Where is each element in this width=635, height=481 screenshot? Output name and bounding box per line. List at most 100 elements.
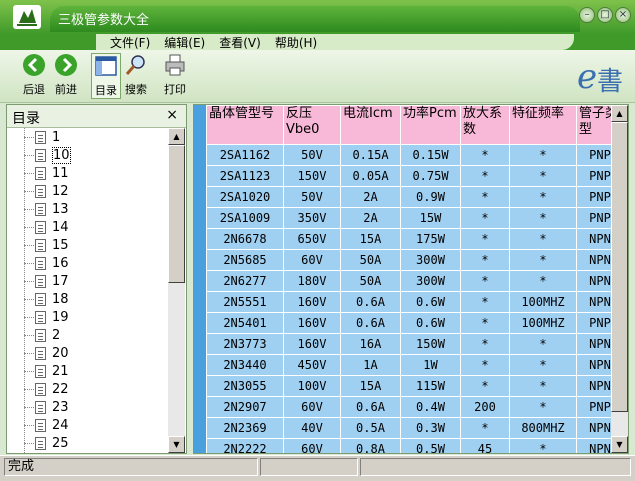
- table-body: 2SA1162 50V 0.15A 0.15W * * PNP 2SA1123 150V 0.05…: [206, 144, 624, 453]
- table-cell: 450V: [283, 354, 341, 376]
- ebook-logo: e 書: [577, 57, 623, 97]
- app-icon: [13, 5, 41, 29]
- table-cell: 2N2369: [206, 417, 284, 439]
- tree-item[interactable]: 12: [24, 182, 69, 200]
- table-cell: 50V: [283, 186, 341, 208]
- tree-branch: [24, 136, 34, 138]
- table-row: 2SA1123 150V 0.05A 0.75W * * PNP: [206, 165, 624, 187]
- close-panel-icon[interactable]: ×: [166, 107, 178, 123]
- table-cell: *: [509, 207, 577, 229]
- table-cell: 15W: [400, 207, 461, 229]
- close-button[interactable]: ×: [615, 7, 631, 23]
- table-cell: 0.8A: [340, 438, 401, 453]
- content-scroll-up-button[interactable]: ▲: [611, 105, 628, 122]
- forward-label: 前进: [55, 83, 77, 96]
- table-cell: 2SA1162: [206, 144, 284, 166]
- tree-item[interactable]: 2: [24, 326, 60, 344]
- table-row: 2N5685 60V 50A 300W * * NPN: [206, 249, 624, 271]
- tree-item[interactable]: 24: [24, 416, 69, 434]
- tree-item[interactable]: 10: [24, 146, 71, 164]
- menu-edit[interactable]: 编辑(E): [164, 34, 205, 51]
- menu-file[interactable]: 文件(F): [110, 34, 150, 51]
- tree-item[interactable]: 16: [24, 254, 69, 272]
- tree-item[interactable]: 21: [24, 362, 69, 380]
- table-cell: 16A: [340, 333, 401, 355]
- tree-item[interactable]: 14: [24, 218, 69, 236]
- table-cell: 0.4W: [400, 396, 461, 418]
- tree-item[interactable]: 13: [24, 200, 69, 218]
- tree-item[interactable]: 1: [24, 128, 60, 146]
- tree-item-label: 23: [52, 399, 69, 415]
- tree-item-label: 19: [52, 309, 69, 325]
- table-row: 2N5551 160V 0.6A 0.6W * 100MHZ NPN: [206, 291, 624, 313]
- tree-item[interactable]: 25: [24, 434, 69, 452]
- window-title: 三极管参数大全: [58, 13, 150, 28]
- scroll-up-button[interactable]: ▲: [168, 128, 185, 145]
- table-cell: 2SA1020: [206, 186, 284, 208]
- scroll-thumb[interactable]: [168, 145, 185, 283]
- table-cell: 2A: [340, 186, 401, 208]
- table-cell: 0.3W: [400, 417, 461, 439]
- print-label: 打印: [164, 83, 186, 96]
- tree-item[interactable]: 19: [24, 308, 69, 326]
- print-button[interactable]: 打印: [160, 53, 190, 97]
- tree-item[interactable]: 22: [24, 380, 69, 398]
- table-cell: 0.5A: [340, 417, 401, 439]
- table-row: 2N3773 160V 16A 150W * * NPN: [206, 333, 624, 355]
- table-cell: 50A: [340, 249, 401, 271]
- contents-button[interactable]: 目录: [91, 53, 121, 99]
- tree-item[interactable]: 23: [24, 398, 69, 416]
- table-cell: 2N2222: [206, 438, 284, 453]
- document-icon: [35, 184, 46, 198]
- forward-button[interactable]: 前进: [50, 53, 82, 97]
- minimize-button[interactable]: –: [579, 7, 595, 23]
- table-row: 2N5401 160V 0.6A 0.6W * 100MHZ PNP: [206, 312, 624, 334]
- tree-branch: [24, 424, 34, 426]
- tree-item[interactable]: 18: [24, 290, 69, 308]
- status-bar: 完成: [0, 455, 635, 481]
- document-icon: [35, 274, 46, 288]
- tree-item[interactable]: 20: [24, 344, 69, 362]
- document-icon: [35, 130, 46, 144]
- menu-view[interactable]: 查看(V): [219, 34, 261, 51]
- table-cell: 0.75W: [400, 165, 461, 187]
- scroll-down-button[interactable]: ▼: [168, 436, 185, 453]
- tree-scrollbar[interactable]: ▲ ▼: [168, 128, 185, 453]
- back-arrow-icon: [23, 54, 45, 76]
- tree-item-label: 16: [52, 255, 69, 271]
- maximize-button[interactable]: □: [597, 7, 613, 23]
- tree-branch: [24, 244, 34, 246]
- tree-item[interactable]: 15: [24, 236, 69, 254]
- table-cell: 50V: [283, 144, 341, 166]
- tree-branch: [24, 370, 34, 372]
- table-cell: 0.6A: [340, 396, 401, 418]
- column-header: 反压Vbe0: [283, 105, 341, 145]
- column-header: 功率Pcm: [400, 105, 461, 145]
- back-button[interactable]: 后退: [18, 53, 50, 97]
- content-scroll-thumb[interactable]: [611, 122, 628, 412]
- menu-help[interactable]: 帮助(H): [275, 34, 317, 51]
- table-row: 2N2369 40V 0.5A 0.3W * 800MHZ NPN: [206, 417, 624, 439]
- tree-branch: [24, 316, 34, 318]
- toolbar: 后退 前进 目录 搜索 打印: [0, 50, 635, 103]
- search-button[interactable]: 搜索: [122, 53, 150, 97]
- table-row: 2N6277 180V 50A 300W * * NPN: [206, 270, 624, 292]
- table-cell: 350V: [283, 207, 341, 229]
- status-cell-3: [360, 458, 631, 476]
- table-cell: 0.15W: [400, 144, 461, 166]
- document-icon: [35, 238, 46, 252]
- tree-item[interactable]: 17: [24, 272, 69, 290]
- table-cell: *: [460, 312, 510, 334]
- table-cell: *: [509, 165, 577, 187]
- table-cell: *: [460, 186, 510, 208]
- content-scrollbar[interactable]: ▲ ▼: [611, 105, 628, 453]
- document-icon: [35, 382, 46, 396]
- document-icon: [35, 418, 46, 432]
- contents-tree[interactable]: 1 10 11 12 13 14 15 16 17 18 19 2 20 21 22 23 24 25: [7, 128, 167, 453]
- table-cell: 0.6W: [400, 312, 461, 334]
- table-cell: 1W: [400, 354, 461, 376]
- column-header: 晶体管型号: [206, 105, 284, 145]
- contents-icon: [95, 56, 117, 76]
- content-scroll-down-button[interactable]: ▼: [611, 436, 628, 453]
- tree-item[interactable]: 11: [24, 164, 69, 182]
